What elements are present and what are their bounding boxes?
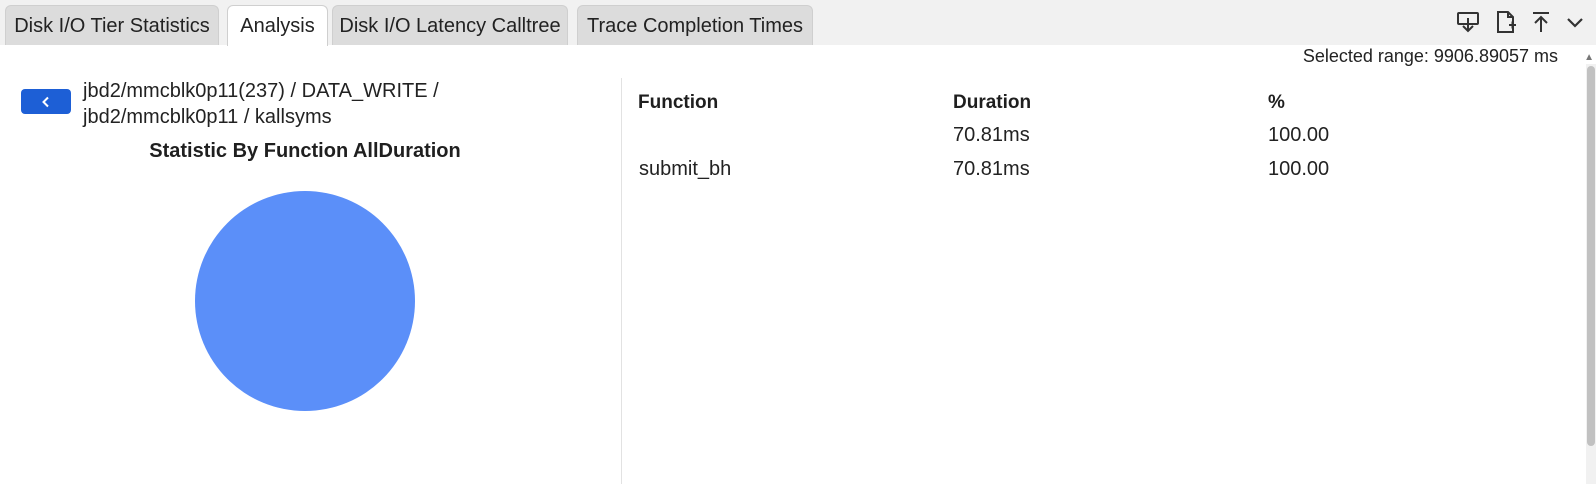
chevron-left-icon [42, 96, 49, 107]
cell-duration: 70.81ms [953, 124, 1030, 146]
selected-range-label: Selected range: 9906.89057 ms [1302, 46, 1558, 66]
tab-disk-io-tier-statistics[interactable]: Disk I/O Tier Statistics [5, 5, 219, 45]
tab-bar: Disk I/O Tier Statistics Analysis Disk I… [0, 0, 1596, 46]
upload-icon[interactable] [1528, 9, 1554, 35]
chevron-down-icon[interactable] [1562, 9, 1588, 35]
cell-percent: 100.00 [1268, 124, 1330, 146]
panel-divider [621, 78, 622, 484]
table-row[interactable]: 70.81ms 100.00 [638, 124, 1538, 154]
pie-chart [190, 186, 420, 416]
header-function[interactable]: Function [638, 92, 718, 114]
header-percent[interactable]: % [1268, 92, 1285, 114]
new-file-icon[interactable] [1492, 9, 1518, 35]
tab-analysis[interactable]: Analysis [227, 5, 328, 46]
tab-disk-io-latency-calltree[interactable]: Disk I/O Latency Calltree [332, 5, 568, 45]
breadcrumb-line-2: jbd2/mmcblk0p11 / kallsyms [83, 106, 332, 128]
scrollbar-thumb[interactable] [1587, 66, 1595, 446]
breadcrumb-line-1: jbd2/mmcblk0p11(237) / DATA_WRITE / [83, 80, 439, 102]
pie-chart-svg [195, 191, 415, 411]
chart-title: Statistic By Function AllDuration [149, 140, 461, 162]
breadcrumb: jbd2/mmcblk0p11(237) / DATA_WRITE / jbd2… [83, 78, 513, 130]
table-row[interactable]: submit_bh 70.81ms 100.00 [638, 158, 1538, 188]
tab-trace-completion-times[interactable]: Trace Completion Times [577, 5, 813, 45]
cell-function: submit_bh [639, 158, 732, 180]
cell-duration: 70.81ms [953, 158, 1030, 180]
header-duration[interactable]: Duration [953, 92, 1031, 114]
back-button[interactable] [21, 89, 71, 114]
download-icon[interactable] [1455, 9, 1481, 35]
scroll-up-arrow-icon[interactable]: ▲ [1584, 52, 1594, 63]
cell-percent: 100.00 [1268, 158, 1330, 180]
pie-slice-submit_bh[interactable] [195, 191, 415, 411]
